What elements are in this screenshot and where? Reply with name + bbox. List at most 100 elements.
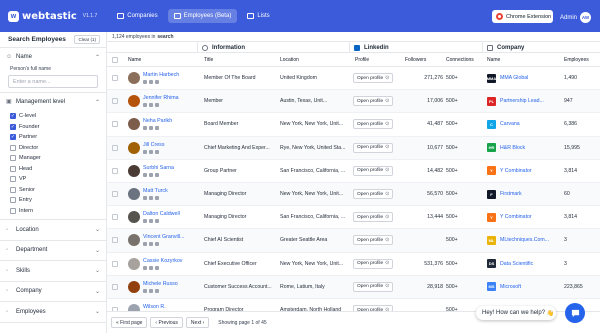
col-title[interactable]: Title bbox=[204, 53, 274, 66]
open-profile-button[interactable]: Open profile⊙ bbox=[353, 73, 394, 84]
logo[interactable]: w webtastic V1.1.7 bbox=[8, 10, 97, 22]
chrome-extension-button[interactable]: Chrome Extension bbox=[492, 10, 553, 23]
company-name-link[interactable]: Partnership Lead... bbox=[500, 98, 544, 104]
company-name-link[interactable]: Data Scientific bbox=[500, 261, 533, 267]
person-name-link[interactable]: Matt Turck bbox=[143, 188, 168, 194]
col-location[interactable]: Location bbox=[280, 53, 350, 66]
company-name-link[interactable]: MMA Global bbox=[500, 75, 528, 81]
col-connections[interactable]: Connections bbox=[446, 53, 481, 66]
checkbox[interactable]: ✓ bbox=[10, 113, 16, 120]
linkedin-icon[interactable] bbox=[143, 219, 147, 224]
col-name[interactable]: Name bbox=[128, 53, 198, 66]
linkedin-icon[interactable] bbox=[143, 265, 147, 270]
person-name-link[interactable]: Vincent Granvill... bbox=[143, 234, 184, 240]
phone-icon[interactable] bbox=[155, 219, 159, 224]
linkedin-icon[interactable] bbox=[143, 288, 147, 293]
filter-name-header[interactable]: ☺ Name ⌃ bbox=[0, 48, 106, 66]
management-option[interactable]: ✓ Partner bbox=[0, 132, 106, 143]
email-icon[interactable] bbox=[149, 196, 153, 201]
filter-header[interactable]: ◦ Department ⌄ bbox=[0, 241, 106, 261]
linkedin-icon[interactable] bbox=[143, 80, 147, 85]
linkedin-icon[interactable] bbox=[143, 196, 147, 201]
open-profile-button[interactable]: Open profile⊙ bbox=[353, 165, 394, 176]
email-icon[interactable] bbox=[149, 103, 153, 108]
person-name-link[interactable]: Martin Harbech bbox=[143, 72, 179, 78]
table-row[interactable]: Surbhi Sarna Group Partner San Francisco, … bbox=[107, 160, 600, 183]
filter-employees[interactable]: ◦ Employees ⌄ bbox=[0, 302, 106, 323]
management-option[interactable]: Entry bbox=[0, 195, 106, 206]
col-profile[interactable]: Profile bbox=[355, 53, 395, 66]
chat-button[interactable] bbox=[565, 303, 585, 323]
table-row[interactable]: Vincent Granvill... Chief AI Scientist Gre… bbox=[107, 229, 600, 253]
company-name-link[interactable]: Y Combinator bbox=[500, 168, 532, 174]
table-row[interactable]: Michele Russo Customer Success Account...… bbox=[107, 275, 600, 299]
name-input[interactable]: Enter a name... bbox=[8, 75, 98, 88]
phone-icon[interactable] bbox=[155, 172, 159, 177]
management-option[interactable]: Intern bbox=[0, 206, 106, 217]
management-option[interactable]: Senior bbox=[0, 185, 106, 196]
phone-icon[interactable] bbox=[155, 103, 159, 108]
checkbox[interactable] bbox=[10, 144, 16, 151]
email-icon[interactable] bbox=[149, 149, 153, 154]
table-row[interactable]: Matt Turck Managing Director New York, New… bbox=[107, 183, 600, 207]
filter-header[interactable]: ◦ Company ⌄ bbox=[0, 282, 106, 302]
company-name-link[interactable]: H&R Block bbox=[500, 145, 525, 151]
row-checkbox[interactable] bbox=[112, 283, 118, 290]
open-profile-button[interactable]: Open profile⊙ bbox=[353, 189, 394, 200]
company-name-link[interactable]: MLtechniques.Com... bbox=[500, 237, 549, 243]
clear-filters-button[interactable]: Clear (1) bbox=[74, 35, 100, 44]
filter-header[interactable]: ◦ Employees ⌄ bbox=[0, 302, 106, 322]
row-checkbox[interactable] bbox=[112, 214, 118, 221]
phone-icon[interactable] bbox=[155, 126, 159, 131]
person-name-link[interactable]: Dalton Caldwell bbox=[143, 211, 180, 217]
checkbox[interactable]: ✓ bbox=[10, 134, 16, 141]
management-option[interactable]: VP bbox=[0, 174, 106, 185]
linkedin-icon[interactable] bbox=[143, 149, 147, 154]
person-name-link[interactable]: Jill Cress bbox=[143, 142, 164, 148]
table-row[interactable]: Cassie Kozyrkov Chief Executive Officer Ne… bbox=[107, 253, 600, 276]
management-option[interactable]: ✓ C-level bbox=[0, 111, 106, 122]
open-profile-button[interactable]: Open profile⊙ bbox=[353, 281, 394, 292]
management-option[interactable]: Director bbox=[0, 143, 106, 154]
row-checkbox[interactable] bbox=[112, 144, 118, 151]
row-checkbox[interactable] bbox=[112, 98, 118, 105]
company-name-link[interactable]: Carvana bbox=[500, 121, 520, 127]
phone-icon[interactable] bbox=[155, 196, 159, 201]
filter-company[interactable]: ◦ Company ⌄ bbox=[0, 282, 106, 302]
checkbox[interactable]: ✓ bbox=[10, 123, 16, 130]
row-checkbox[interactable] bbox=[112, 260, 118, 267]
person-name-link[interactable]: Surbhi Sarna bbox=[143, 165, 174, 171]
filter-location[interactable]: ◦ Location ⌄ bbox=[0, 220, 106, 241]
open-profile-button[interactable]: Open profile⊙ bbox=[353, 96, 394, 107]
first-page-button[interactable]: « First page bbox=[111, 317, 148, 328]
checkbox[interactable] bbox=[10, 155, 16, 162]
management-option[interactable]: Head bbox=[0, 164, 106, 175]
open-profile-button[interactable]: Open profile⊙ bbox=[353, 142, 394, 153]
open-profile-button[interactable]: Open profile⊙ bbox=[353, 119, 394, 130]
email-icon[interactable] bbox=[149, 265, 153, 270]
row-checkbox[interactable] bbox=[112, 121, 118, 128]
table-row[interactable]: Neha Parikh Board Member New York, New Yor… bbox=[107, 113, 600, 137]
open-profile-button[interactable]: Open profile⊙ bbox=[353, 235, 394, 246]
checkbox[interactable] bbox=[10, 176, 16, 183]
company-name-link[interactable]: Firstmark bbox=[500, 191, 522, 197]
checkbox[interactable] bbox=[10, 207, 16, 214]
email-icon[interactable] bbox=[149, 172, 153, 177]
company-name-link[interactable]: Y Combinator bbox=[500, 214, 532, 220]
person-name-link[interactable]: Wilson R. bbox=[143, 304, 166, 310]
company-name-link[interactable]: Microsoft bbox=[500, 284, 521, 290]
nav-employees[interactable]: Employees (Beta) bbox=[167, 9, 238, 23]
management-option[interactable]: Manager bbox=[0, 153, 106, 164]
linkedin-icon[interactable] bbox=[143, 172, 147, 177]
email-icon[interactable] bbox=[149, 126, 153, 131]
filter-header[interactable]: ◦ Skills ⌄ bbox=[0, 261, 106, 281]
user-menu[interactable]: Admin AW bbox=[560, 12, 592, 23]
previous-page-button[interactable]: ‹ Previous bbox=[150, 317, 183, 328]
table-row[interactable]: Jill Cress Chief Marketing And Exper... Ry… bbox=[107, 136, 600, 160]
row-checkbox[interactable] bbox=[112, 237, 118, 244]
help-bubble[interactable]: Hey! How can we help? 👋 bbox=[476, 306, 556, 320]
nav-companies[interactable]: Companies bbox=[111, 9, 163, 23]
email-icon[interactable] bbox=[149, 80, 153, 85]
checkbox[interactable] bbox=[10, 197, 16, 204]
next-page-button[interactable]: Next › bbox=[185, 317, 210, 328]
